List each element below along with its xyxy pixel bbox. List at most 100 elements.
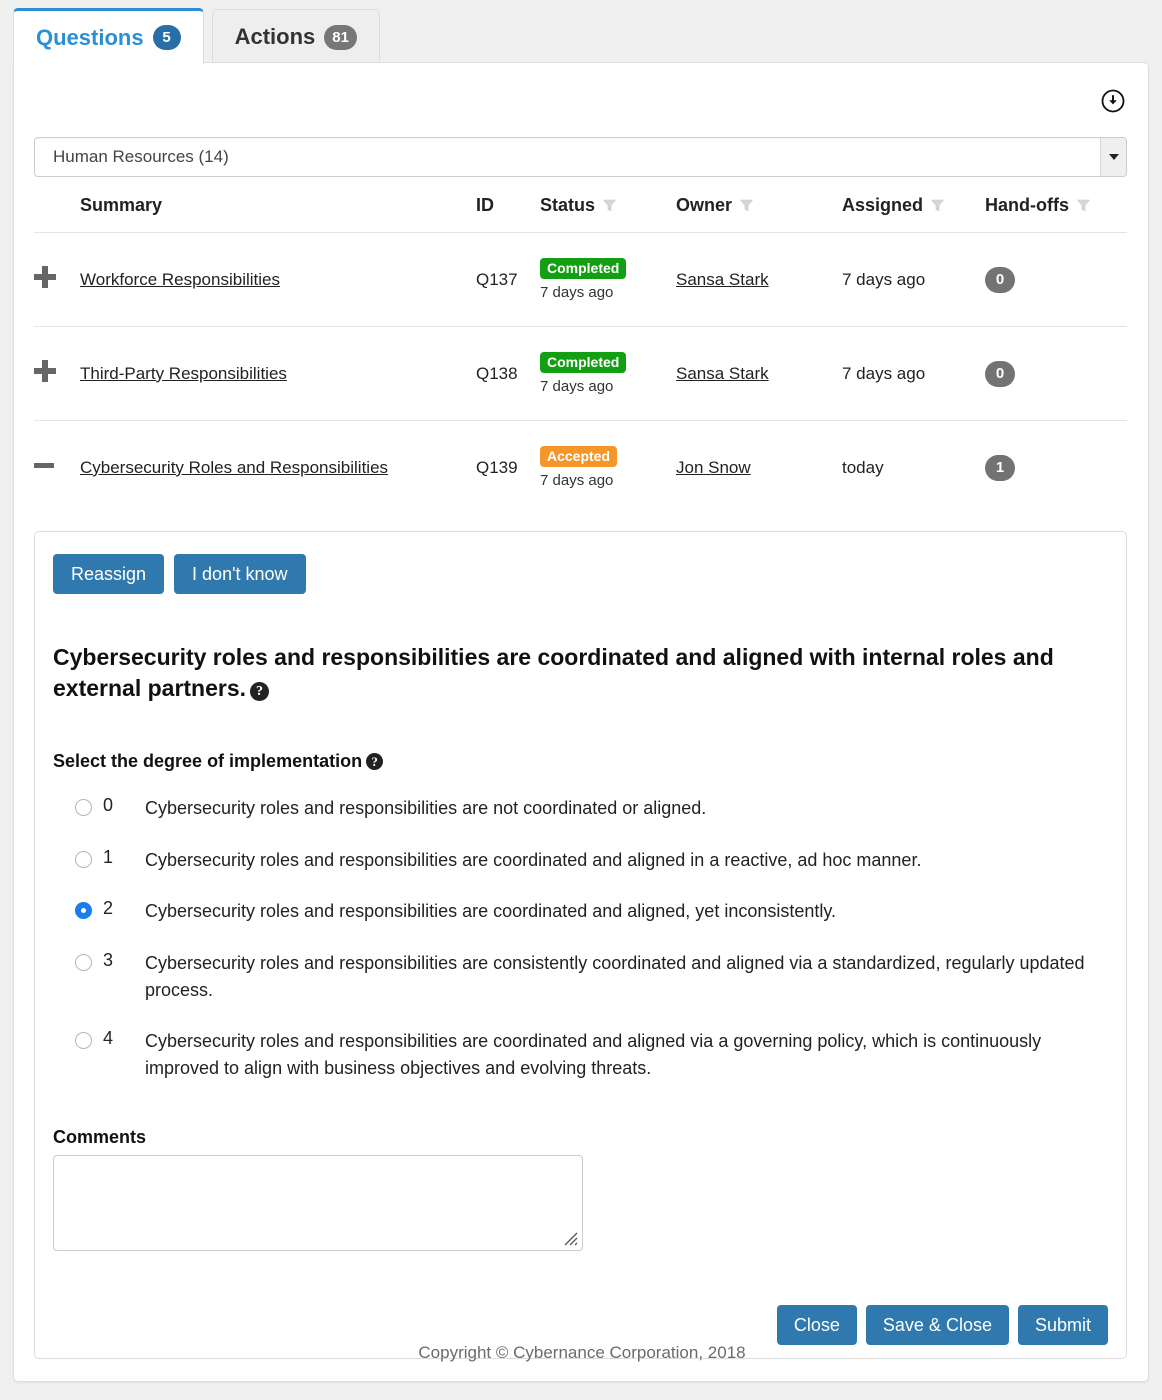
option-1-text: Cybersecurity roles and responsibilities… (145, 849, 922, 870)
row-status-cell: Completed 7 days ago (540, 326, 676, 421)
option-0[interactable]: 0 Cybersecurity roles and responsibiliti… (75, 795, 1115, 822)
department-filter-value[interactable]: Human Resources (14) (34, 137, 1127, 177)
row-expander-cell (34, 420, 80, 515)
department-filter[interactable]: Human Resources (14) (34, 137, 1127, 177)
row-handoffs-cell: 0 (985, 326, 1127, 421)
handoffs-badge: 0 (985, 266, 1015, 293)
row-id-cell: Q138 (476, 326, 540, 421)
option-2-value: 2 (103, 898, 114, 919)
col-assigned[interactable]: Assigned (842, 187, 985, 233)
owner-link[interactable]: Sansa Stark (676, 270, 769, 289)
row-status-cell: Completed 7 days ago (540, 232, 676, 327)
toolbar (1101, 89, 1131, 119)
col-status[interactable]: Status (540, 187, 676, 233)
col-summary-label: Summary (80, 195, 163, 215)
row-id-cell: Q139 (476, 420, 540, 515)
row-summary-cell: Workforce Responsibilities (80, 232, 476, 327)
app-page: Questions 5 Actions 81 Human Resources (… (0, 0, 1162, 1400)
option-3[interactable]: 3 Cybersecurity roles and responsibiliti… (75, 950, 1115, 1003)
row-assigned-cell: today (842, 420, 985, 515)
filter-icon[interactable] (603, 199, 617, 212)
questions-table: Summary ID Status Owner Assigned Hand-of… (34, 187, 1127, 515)
summary-link[interactable]: Cybersecurity Roles and Responsibilities (80, 458, 388, 477)
status-time: 7 days ago (540, 378, 614, 395)
radio-2[interactable] (75, 902, 92, 920)
status-badge: Accepted (540, 446, 618, 468)
degree-label-text: Select the degree of implementation (53, 751, 363, 771)
close-button[interactable]: Close (776, 1305, 857, 1345)
owner-link[interactable]: Sansa Stark (676, 364, 769, 383)
help-circle-icon[interactable]: ? (250, 681, 270, 701)
tab-actions-badge: 81 (324, 24, 357, 50)
option-3-value: 3 (103, 949, 114, 970)
question-text: Cybersecurity roles and responsibilities… (53, 644, 1054, 701)
summary-link[interactable]: Third-Party Responsibilities (80, 364, 287, 383)
option-4-value: 4 (103, 1028, 114, 1049)
table-row[interactable]: Workforce Responsibilities Q137 Complete… (34, 232, 1127, 327)
i-dont-know-button[interactable]: I don't know (174, 554, 306, 594)
row-expander-cell (34, 232, 80, 327)
option-0-value: 0 (103, 795, 114, 815)
submit-button[interactable]: Submit (1017, 1305, 1108, 1345)
option-3-text: Cybersecurity roles and responsibilities… (145, 952, 1085, 1000)
row-summary-cell: Third-Party Responsibilities (80, 326, 476, 421)
option-2[interactable]: 2 Cybersecurity roles and responsibiliti… (75, 898, 1115, 925)
col-assigned-label: Assigned (842, 195, 924, 215)
radio-3[interactable] (75, 953, 92, 971)
col-id[interactable]: ID (476, 187, 540, 233)
radio-4[interactable] (75, 1032, 92, 1050)
copyright-text: Copyright © Cybernance Corporation, 2018 (418, 1343, 746, 1362)
question-title: Cybersecurity roles and responsibilities… (53, 642, 1111, 703)
summary-link[interactable]: Workforce Responsibilities (80, 270, 280, 289)
tab-questions[interactable]: Questions 5 (13, 8, 204, 64)
expand-plus-icon[interactable] (34, 360, 56, 382)
status-badge: Completed (540, 352, 627, 373)
caret-down-icon[interactable] (1100, 138, 1126, 176)
col-id-label: ID (476, 195, 494, 215)
help-circle-icon[interactable]: ? (366, 753, 384, 770)
row-assigned-cell: 7 days ago (842, 232, 985, 327)
handoffs-badge: 0 (985, 360, 1015, 387)
download-circle-icon[interactable] (1101, 89, 1125, 113)
row-summary-cell: Cybersecurity Roles and Responsibilities (80, 420, 476, 515)
owner-link[interactable]: Jon Snow (676, 458, 751, 477)
detail-actions: Reassign I don't know (53, 554, 306, 594)
option-4[interactable]: 4 Cybersecurity roles and responsibiliti… (75, 1028, 1115, 1081)
detail-footer-actions: Close Save & Close Submit (776, 1305, 1108, 1345)
row-handoffs-cell: 1 (985, 420, 1127, 515)
collapse-minus-icon[interactable] (34, 454, 56, 476)
comments-input[interactable] (53, 1155, 583, 1251)
handoffs-badge: 1 (985, 454, 1015, 481)
radio-1[interactable] (75, 850, 92, 868)
table-row[interactable]: Cybersecurity Roles and Responsibilities… (34, 420, 1127, 515)
filter-icon[interactable] (931, 199, 945, 212)
col-owner-label: Owner (676, 195, 733, 215)
questions-card: Human Resources (14) Summary ID Status O… (13, 62, 1149, 1382)
col-summary[interactable]: Summary (80, 187, 476, 233)
table-row[interactable]: Third-Party Responsibilities Q138 Comple… (34, 326, 1127, 421)
save-and-close-button[interactable]: Save & Close (865, 1305, 1009, 1345)
degree-options: 0 Cybersecurity roles and responsibiliti… (75, 795, 1115, 1106)
filter-icon[interactable] (740, 199, 754, 212)
option-0-text: Cybersecurity roles and responsibilities… (145, 798, 707, 818)
col-handoffs[interactable]: Hand-offs (985, 187, 1127, 233)
tab-actions[interactable]: Actions 81 (211, 9, 380, 64)
expand-plus-icon[interactable] (34, 266, 56, 288)
col-owner[interactable]: Owner (676, 187, 842, 233)
table-header-row: Summary ID Status Owner Assigned Hand-of… (34, 187, 1127, 233)
option-1-value: 1 (103, 846, 114, 867)
reassign-button[interactable]: Reassign (53, 554, 165, 594)
status-time: 7 days ago (540, 284, 614, 301)
col-status-label: Status (540, 195, 596, 215)
tab-bar: Questions 5 Actions 81 (0, 0, 1162, 64)
row-handoffs-cell: 0 (985, 232, 1127, 327)
option-1[interactable]: 1 Cybersecurity roles and responsibiliti… (75, 847, 1115, 874)
row-status-cell: Accepted 7 days ago (540, 420, 676, 515)
row-owner-cell: Sansa Stark (676, 326, 842, 421)
row-assigned-cell: 7 days ago (842, 326, 985, 421)
col-expander (34, 187, 80, 233)
option-2-text: Cybersecurity roles and responsibilities… (145, 901, 837, 922)
tab-questions-badge: 5 (152, 25, 181, 50)
radio-0[interactable] (75, 799, 92, 816)
filter-icon[interactable] (1077, 199, 1090, 212)
